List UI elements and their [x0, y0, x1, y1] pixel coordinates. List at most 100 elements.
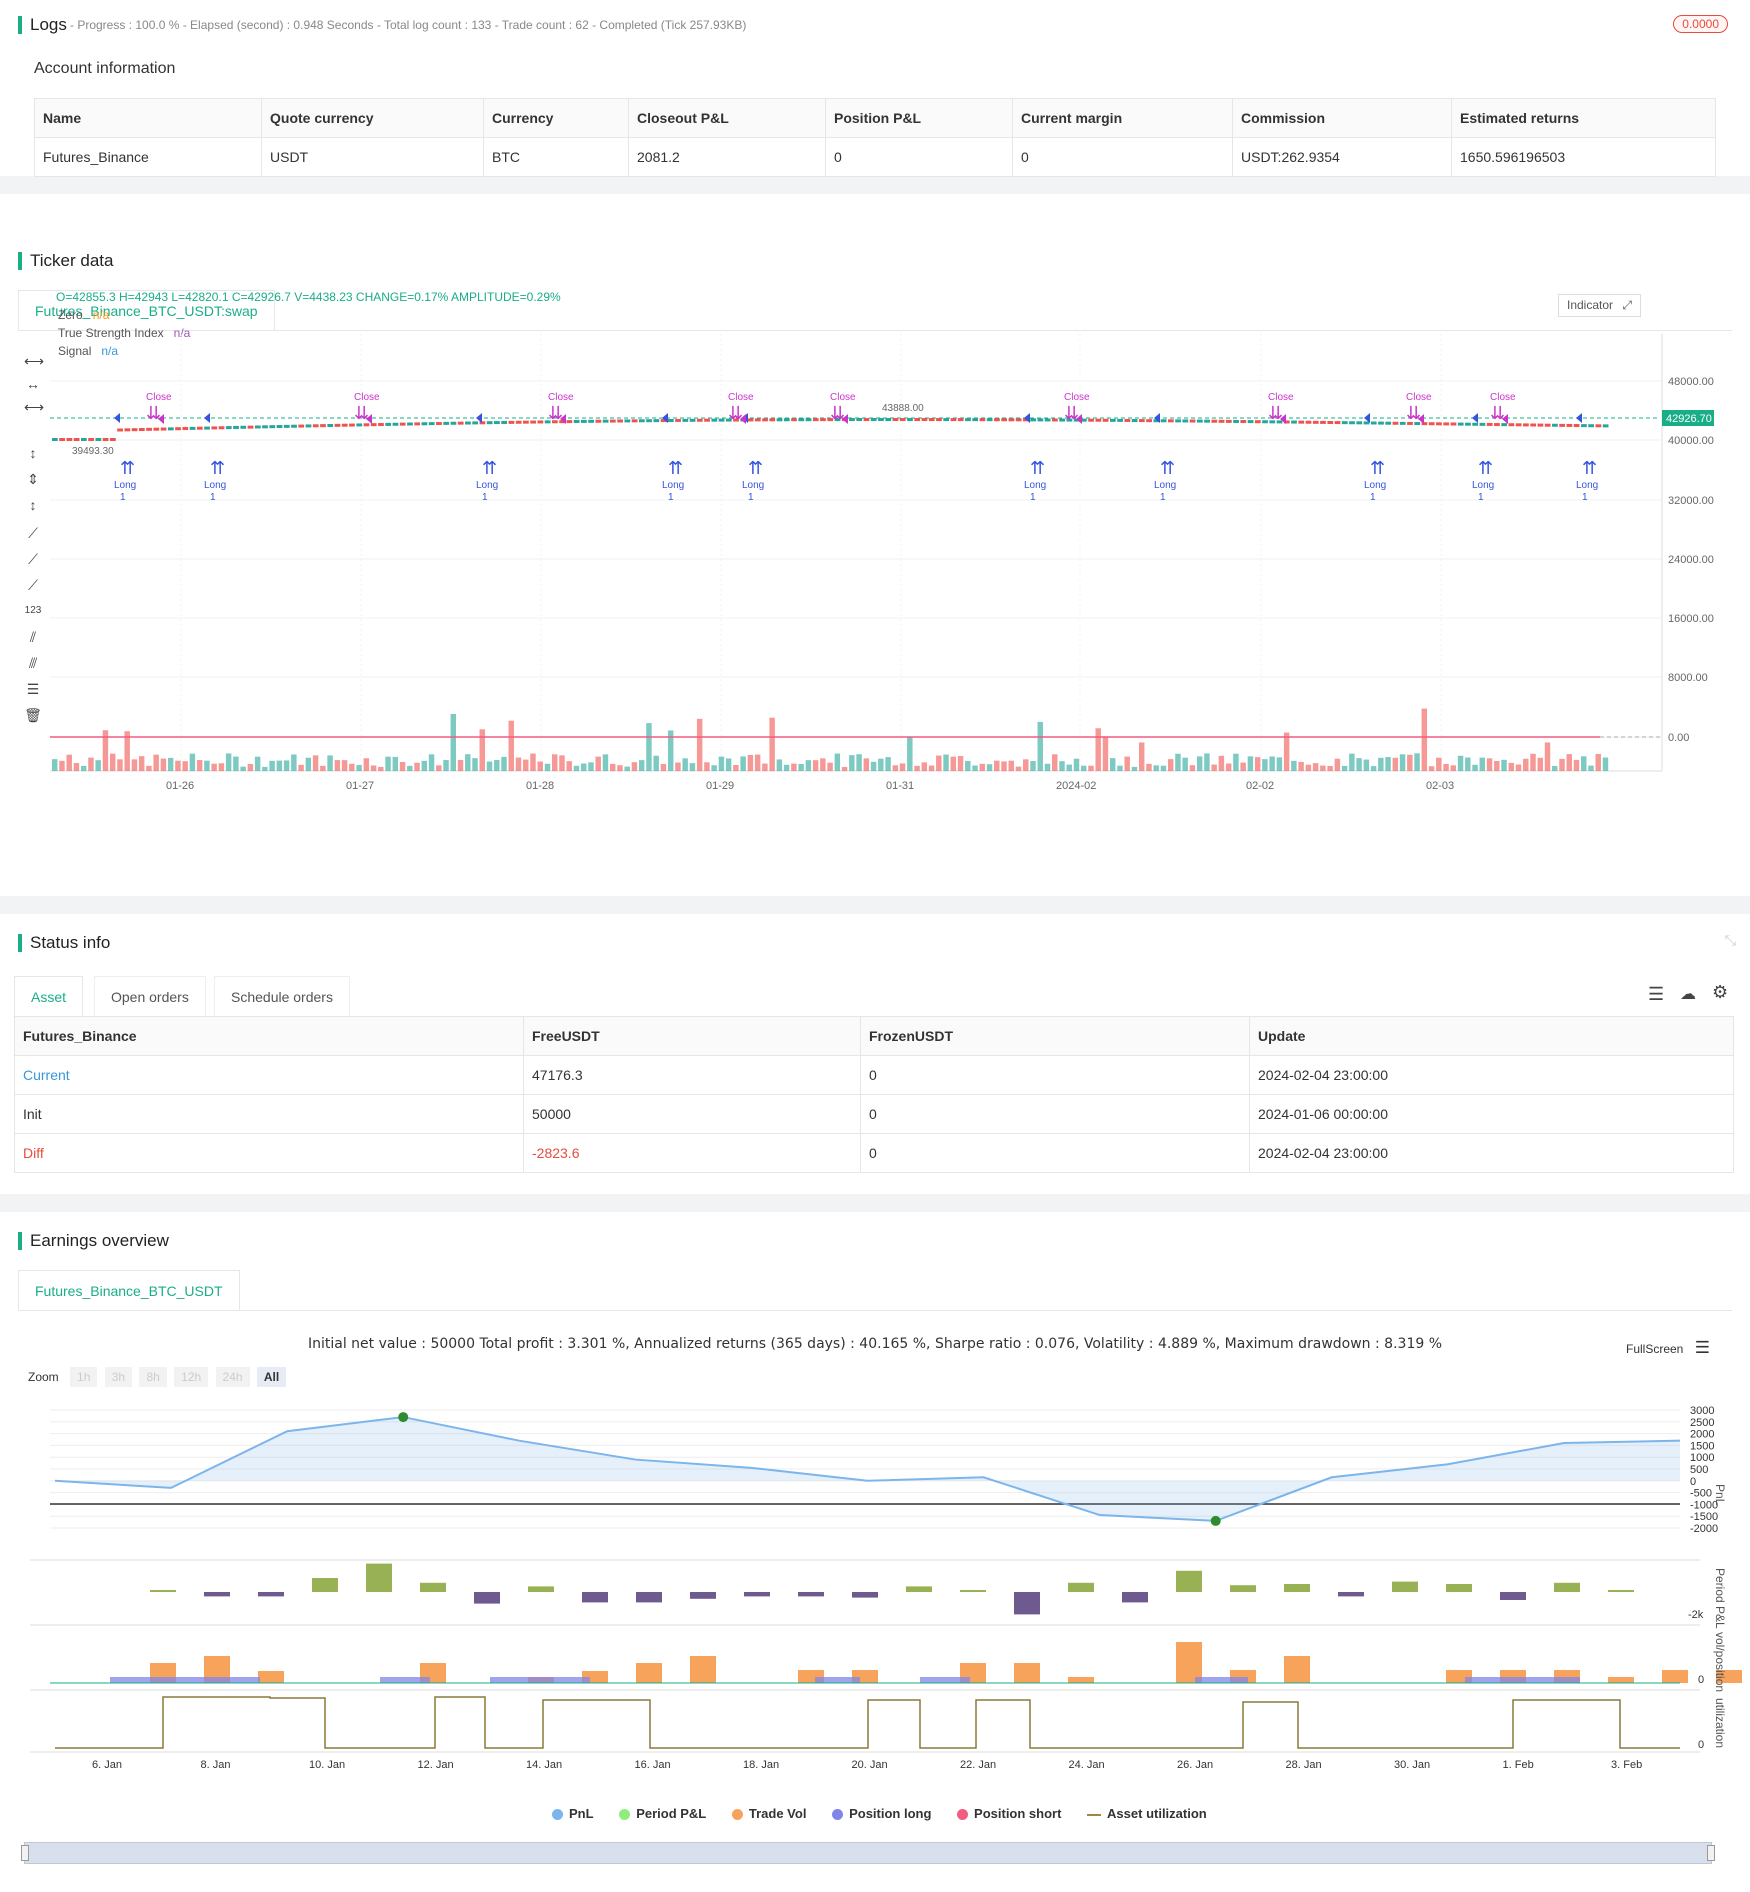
qty-label: 1 — [482, 492, 488, 503]
fullscreen-button[interactable]: FullScreen ☰ — [1626, 1338, 1710, 1358]
x-tick: 02-03 — [1426, 780, 1454, 792]
volume-bar — [1124, 756, 1130, 771]
cell: -2823.6 — [523, 1133, 861, 1173]
legend-period-pnl[interactable]: Period P&L — [619, 1806, 706, 1821]
indicator-button[interactable]: Indicator ⤢ — [1558, 294, 1641, 317]
candle — [885, 418, 892, 422]
low-label: 39493.30 — [72, 446, 114, 457]
legend-asset-utilization[interactable]: Asset utilization — [1087, 1806, 1207, 1821]
earnings-chart[interactable]: 300025002000150010005000-500-1000-1500-2… — [0, 1400, 1750, 1870]
volume-bar — [1269, 756, 1275, 771]
gear-icon[interactable]: ⚙ — [1712, 982, 1728, 1003]
volume-bar — [1472, 764, 1478, 771]
row-label-current[interactable]: Current — [14, 1055, 524, 1095]
candle — [856, 418, 863, 422]
volume-bar — [595, 756, 601, 771]
zoom-24h[interactable]: 24h — [215, 1367, 250, 1387]
long-arrow-icon: ⇈ — [1370, 458, 1385, 478]
long-arrow-icon: ⇈ — [1030, 458, 1045, 478]
ticker-panel: Ticker data Futures_Binance_BTC_USDT:swa… — [0, 194, 1750, 896]
volume-bar — [972, 765, 978, 771]
tab-open-orders[interactable]: Open orders — [94, 976, 206, 1017]
volume-bar — [1298, 761, 1304, 771]
price-chart[interactable]: ⇈Long1⇈Long1⇈Long1⇈Long1⇈Long1⇈Long1⇈Lon… — [0, 334, 1750, 894]
tab-underline — [18, 330, 1732, 331]
zoom-3h[interactable]: 3h — [104, 1367, 133, 1387]
long-label: Long — [1024, 480, 1046, 491]
collapse-icon[interactable]: ⤡ — [1725, 932, 1736, 949]
position-long-bar — [815, 1677, 860, 1683]
candle — [979, 418, 986, 422]
navigator-left-handle[interactable] — [21, 1845, 29, 1861]
list-icon[interactable]: ☰ — [1648, 984, 1664, 1005]
candle — [812, 418, 819, 422]
candle — [986, 418, 993, 422]
close-arrow-icon: ⇊ — [1268, 403, 1283, 423]
cell: 0 — [860, 1133, 1250, 1173]
account-table: Name Quote currency Currency Closeout P&… — [34, 98, 1716, 177]
account-table-header: Name Quote currency Currency Closeout P&… — [34, 98, 1716, 138]
candle — [175, 427, 181, 431]
candle — [769, 418, 776, 422]
tab-schedule-orders[interactable]: Schedule orders — [214, 976, 350, 1017]
candle — [73, 438, 80, 441]
zoom-8h[interactable]: 8h — [139, 1367, 167, 1387]
period-bar — [474, 1592, 500, 1604]
menu-icon[interactable]: ☰ — [1695, 1338, 1710, 1357]
qty-label: 1 — [210, 492, 216, 503]
navigator-right-handle[interactable] — [1707, 1845, 1715, 1861]
cell: Futures_Binance — [34, 137, 262, 177]
volume-bar — [1109, 758, 1116, 771]
period-bar — [1230, 1585, 1256, 1592]
volume-bar — [457, 760, 464, 771]
navigator[interactable] — [21, 1842, 1715, 1864]
candle — [1109, 418, 1116, 422]
candle — [1530, 423, 1537, 427]
volume-bar — [211, 763, 217, 771]
candle — [950, 418, 957, 422]
volume-bar — [1233, 753, 1239, 771]
candle — [1501, 423, 1508, 427]
close-arrow-icon: ⇊ — [354, 403, 369, 423]
asset-table: Futures_Binance FreeUSDT FrozenUSDT Upda… — [14, 1016, 1734, 1173]
volume-bar — [247, 763, 254, 771]
x-tick: 01-29 — [706, 780, 734, 792]
long-label: Long — [1472, 480, 1494, 491]
period-bar — [1284, 1584, 1310, 1592]
legend-pnl[interactable]: PnL — [552, 1806, 594, 1821]
expand-icon[interactable]: ⤢ — [1622, 298, 1632, 312]
legend-position-short[interactable]: Position short — [957, 1806, 1061, 1821]
close-label: Close — [354, 392, 380, 403]
legend-trade-vol[interactable]: Trade Vol — [731, 1806, 806, 1821]
candle — [1450, 422, 1457, 426]
volume-bar — [1428, 766, 1435, 771]
volume-bar — [711, 765, 717, 771]
candle — [1523, 423, 1529, 427]
volume-bar — [225, 753, 232, 771]
zoom-1h[interactable]: 1h — [70, 1367, 98, 1387]
volume-bar — [1015, 766, 1022, 771]
candle — [334, 423, 341, 427]
long-arrow-icon: ⇈ — [210, 458, 225, 478]
close-arrow-icon: ⇊ — [1064, 403, 1079, 423]
candle — [1298, 420, 1305, 424]
volume-bar — [59, 760, 65, 771]
zoom-all[interactable]: All — [256, 1367, 287, 1387]
volume-bar — [1595, 753, 1601, 771]
candle — [1443, 422, 1450, 426]
candle — [1479, 422, 1486, 426]
legend-position-long[interactable]: Position long — [832, 1806, 931, 1821]
volume-bar — [1566, 754, 1572, 771]
candle — [1457, 422, 1464, 426]
period-bar — [1338, 1592, 1364, 1597]
zoom-12h[interactable]: 12h — [174, 1367, 209, 1387]
long-arrow-icon: ⇈ — [482, 458, 497, 478]
cloud-download-icon[interactable]: ☁ — [1680, 984, 1696, 1004]
x-tick: 02-02 — [1246, 780, 1274, 792]
tab-earnings-symbol[interactable]: Futures_Binance_BTC_USDT — [18, 1270, 240, 1311]
candle — [138, 428, 145, 432]
long-arrow-icon: ⇈ — [120, 458, 135, 478]
volume-bar — [428, 754, 435, 771]
tab-asset[interactable]: Asset — [14, 976, 84, 1017]
volume-bar — [994, 760, 1000, 771]
